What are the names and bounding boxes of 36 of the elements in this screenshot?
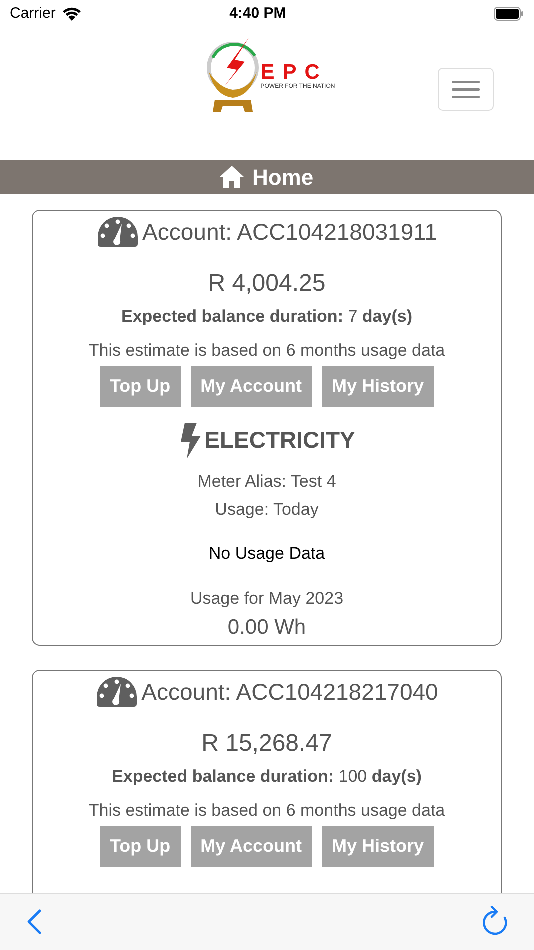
usage-period: Usage: Today [215,499,319,521]
battery-icon [494,7,524,21]
clock-time: 4:40 PM [228,4,288,24]
home-icon [220,166,244,188]
carrier-label: Carrier [10,4,56,24]
menu-button[interactable] [438,68,494,111]
reload-button[interactable] [480,906,508,938]
action-button[interactable]: My History [322,826,434,866]
utility-title: ELECTRICITY [204,426,356,456]
meter-alias: Meter Alias: Test 4 [198,470,336,492]
menu-icon [452,80,480,98]
balance-amount: R 15,268.47 [202,728,332,758]
action-button[interactable]: My Account [190,826,312,866]
logo-text: EPC [260,62,328,83]
action-button[interactable]: Top Up [100,826,181,866]
gauge-icon [96,676,138,708]
balance-amount: R 4,004.25 [208,268,326,298]
action-button[interactable]: Top Up [100,366,181,406]
month-label: Usage for May 2023 [190,588,344,610]
balance-duration: Expected balance duration: 7 day(s) [121,306,412,328]
page-title: Home [252,164,314,192]
lightning-icon [178,422,201,458]
action-button[interactable]: My History [322,366,434,406]
balance-duration: Expected balance duration: 100 day(s) [112,766,422,788]
estimate-note: This estimate is based on 6 months usage data [88,800,446,822]
reload-icon [480,906,508,938]
back-icon [26,909,42,935]
back-button[interactable] [26,909,42,935]
usage-status: No Usage Data [208,542,326,564]
estimate-note: This estimate is based on 6 months usage data [88,340,446,362]
wifi-icon [62,7,82,21]
month-total: 0.00 Wh [228,614,306,640]
action-button[interactable]: My Account [190,366,312,406]
account-number: Account: ACC104218031911 [142,218,438,247]
account-number: Account: ACC104218217040 [142,678,438,707]
gauge-icon [96,216,139,248]
